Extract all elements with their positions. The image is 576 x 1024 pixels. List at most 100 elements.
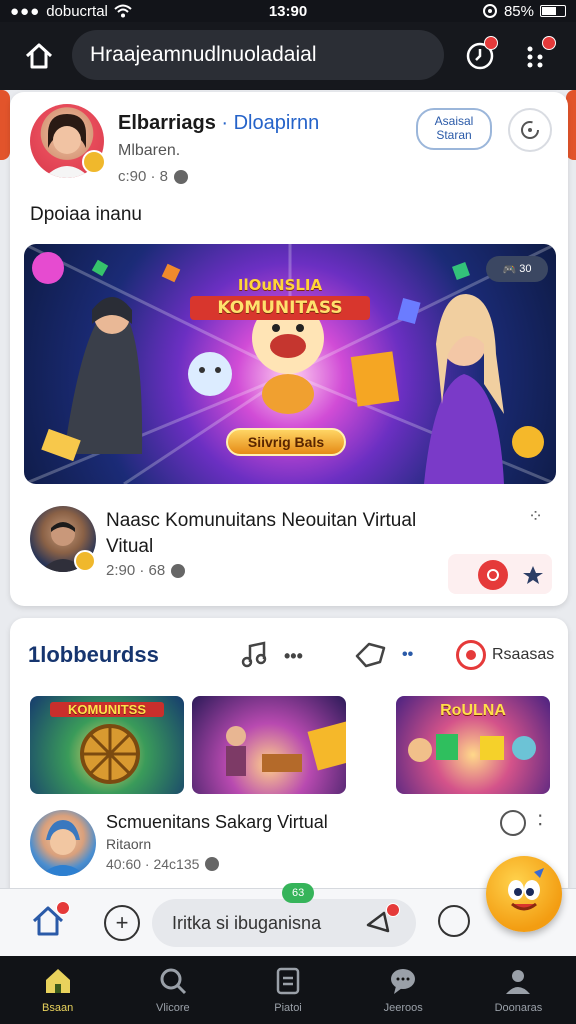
wifi-icon (114, 4, 132, 18)
thumbnail-1[interactable]: KOMUNITSS (30, 696, 184, 794)
alarm-icon (482, 4, 497, 18)
post3-subtitle: Ritaorn (106, 836, 152, 852)
thumbnail-3[interactable]: RoULNA (396, 696, 550, 794)
post2-avatar-badge (74, 550, 96, 572)
tag-icon (355, 642, 386, 668)
nav-item-profile[interactable]: Doonaras (461, 956, 576, 1024)
post2-more-button[interactable]: ⁘ (528, 506, 552, 530)
document-icon (273, 966, 303, 996)
voice-badge (386, 903, 400, 917)
section-more-dots-2[interactable]: •• (402, 646, 413, 664)
wheel-icon (80, 724, 140, 784)
music-button[interactable] (240, 640, 270, 670)
author-subtitle: Mlbaren. (118, 142, 181, 159)
more-menu-button[interactable] (516, 36, 556, 76)
record-icon (487, 569, 499, 581)
post3-title-text[interactable]: Scmuenitans Sakarg Virtual (106, 812, 328, 832)
plus-icon: + (115, 910, 129, 935)
clock: 13:90 (268, 2, 308, 20)
post2-title: Naasc Komunuitans Neouitan Virtual Vitua… (106, 508, 526, 560)
refresh-icon (521, 121, 539, 139)
home-shortcut-button[interactable] (30, 901, 70, 943)
bottom-nav: Bsaan Vlicore Piatoi Jeeroos Doonaras (0, 956, 576, 1024)
banner-title-line2: KOMUNITASS (190, 296, 370, 320)
banner-title-line1: IlOuNSLIA (237, 276, 323, 294)
group-name[interactable]: Dloapirnn (234, 112, 320, 134)
banner-title: IlOuNSLIA KOMUNITASS (190, 276, 370, 320)
post-caption: Dpoiaa inanu (30, 204, 142, 225)
post-options-button[interactable] (508, 108, 552, 152)
globe-icon (171, 563, 186, 578)
post3-emoji-button[interactable] (500, 810, 526, 836)
profile-icon (503, 966, 533, 996)
post3-more-button[interactable]: ⁚ (538, 812, 542, 829)
banner-chip[interactable]: 🎮 30 (486, 256, 548, 282)
post3-avatar[interactable] (30, 810, 96, 876)
chat-shortcut-button[interactable] (438, 905, 470, 937)
music-note-icon (241, 641, 267, 668)
signal-dots-icon: ●●● (10, 2, 41, 20)
globe-icon (174, 169, 189, 184)
post2-title-line1[interactable]: Naasc Komunuitans Neouitan Virtual (106, 510, 416, 531)
home-back-button[interactable] (14, 31, 64, 81)
notification-badge (484, 36, 498, 50)
tag-button[interactable] (354, 640, 388, 670)
search-field-text: Hraajeamnudlnuoladaial (90, 43, 317, 66)
section-title: 1lobbeurdss (28, 642, 159, 667)
blocks-icon (408, 734, 536, 762)
banner-cta-button[interactable]: Siivrig Bals (226, 428, 346, 456)
section-action-label: Rsaasas (492, 646, 555, 663)
nav-label-home: Bsaan (42, 1002, 74, 1014)
verified-badge (82, 150, 106, 174)
add-button[interactable]: + (104, 905, 140, 941)
post3-title: Scmuenitans Sakarg Virtual (106, 812, 328, 833)
post2-meta: 2:90 · 68 (106, 562, 186, 579)
nav-item-search[interactable]: Vlicore (115, 956, 230, 1024)
banner-cta-label: Siivrig Bals (247, 434, 325, 450)
join-button[interactable]: Asaisal Staran (416, 108, 492, 150)
voice-button[interactable] (364, 903, 400, 941)
house-outline-icon (25, 43, 53, 69)
nav-label-document: Piatoi (274, 1002, 302, 1014)
nav-item-document[interactable]: Piatoi (230, 956, 345, 1024)
top-bar: Hraajeamnudlnuoladaial (0, 22, 576, 90)
section-more-dots-1[interactable]: ••• (284, 646, 303, 667)
nav-item-home[interactable]: Bsaan (0, 956, 115, 1024)
notifications-button[interactable] (460, 36, 500, 76)
star-share-icon (523, 566, 543, 584)
home-icon (43, 966, 73, 996)
left-accent-bar (0, 90, 10, 160)
post2-share-button[interactable] (518, 560, 548, 590)
nav-label-profile: Doonaras (494, 1002, 543, 1014)
nav-label-search: Vlicore (155, 1002, 190, 1014)
battery-icon (540, 5, 566, 17)
post2-meta-text: 2:90 · 68 (106, 562, 166, 579)
game-board-icon (226, 721, 346, 776)
post3-meta-text: 40:60 · 24c135 (106, 856, 200, 872)
composer-badge: 63 (282, 883, 315, 903)
chat-icon (388, 966, 418, 996)
status-bar: ●●● dobucrtal 13:90 85% (0, 0, 576, 22)
post-author-row: Elbarriags · Dloapirnn (118, 112, 320, 134)
section-action-button[interactable]: Rsaasas (456, 640, 554, 670)
post3-meta: 40:60 · 24c135 (106, 856, 220, 872)
mascot-fab-button[interactable] (486, 856, 562, 932)
thumbnail-2[interactable] (192, 696, 346, 794)
banner-chip-label: 30 (519, 263, 532, 275)
game-controller-icon: 🎮 (502, 263, 520, 276)
mascot-face-icon (508, 868, 544, 911)
search-icon (158, 966, 188, 996)
post-meta-text: c:90 · 8 (118, 168, 169, 185)
nav-item-chat[interactable]: Jeeroos (346, 956, 461, 1024)
live-record-icon (456, 640, 486, 670)
composer-placeholder: Iritka si ibuganisna (172, 912, 322, 933)
post-meta: c:90 · 8 (118, 168, 189, 185)
join-button-label: Asaisal Staran (434, 114, 474, 142)
nav-label-chat: Jeeroos (383, 1002, 423, 1014)
avatar-portrait-icon (40, 820, 86, 876)
post2-record-button[interactable] (478, 560, 508, 590)
search-field[interactable]: Hraajeamnudlnuoladaial (72, 30, 444, 80)
home-badge (56, 901, 70, 915)
author-name[interactable]: Elbarriags (118, 112, 216, 134)
globe-icon (205, 857, 220, 871)
